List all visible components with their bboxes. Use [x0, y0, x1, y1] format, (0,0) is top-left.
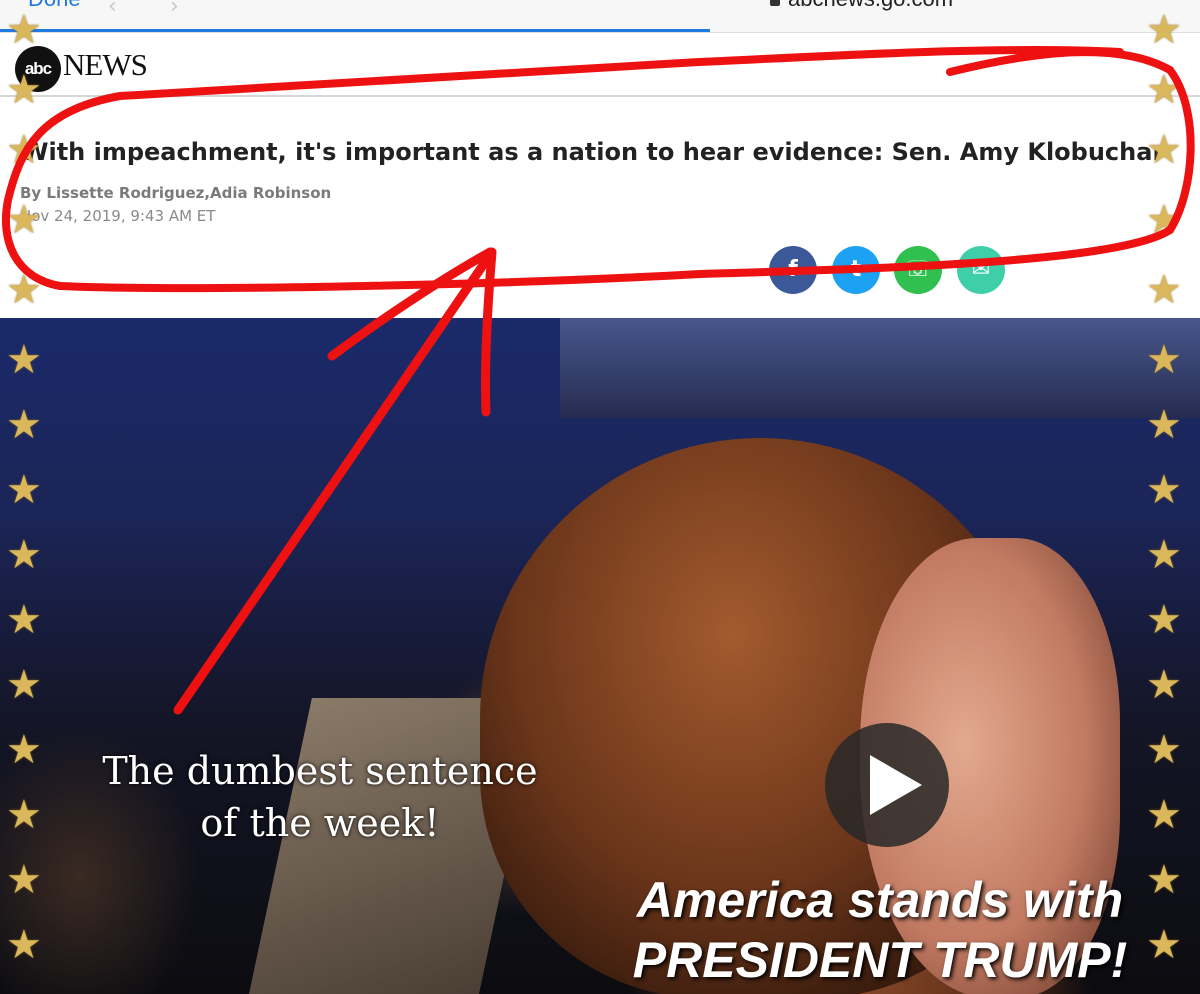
url-text: abcnews.go.com	[788, 0, 953, 11]
site-header: abc NEWS	[0, 33, 1200, 97]
star-icon: ★	[1146, 127, 1182, 173]
star-icon: ★	[1146, 67, 1182, 113]
back-arrow-icon[interactable]: ‹	[108, 0, 117, 19]
star-icon: ★	[1146, 792, 1182, 838]
article-byline: By Lissette Rodriguez,Adia Robinson	[20, 184, 332, 202]
star-icon: ★	[1146, 727, 1182, 773]
email-share-button[interactable]: ✉	[957, 246, 1005, 294]
star-icon: ★	[6, 267, 42, 313]
star-icon: ★	[6, 402, 42, 448]
left-star-border: ★ ★ ★ ★ ★ ★ ★ ★ ★ ★ ★ ★ ★ ★ ★	[6, 0, 56, 994]
whatsapp-share-button[interactable]: ☏	[894, 246, 942, 294]
meme-slogan-line1: America stands with	[636, 872, 1124, 928]
star-icon: ★	[1146, 337, 1182, 383]
forward-arrow-icon[interactable]: ›	[170, 0, 179, 19]
play-button[interactable]	[825, 723, 949, 847]
meme-caption: The dumbest sentence of the week!	[60, 745, 580, 849]
star-icon: ★	[1146, 197, 1182, 243]
page-load-progress	[0, 29, 710, 32]
star-icon: ★	[1146, 7, 1182, 53]
star-icon: ★	[1146, 857, 1182, 903]
news-wordmark[interactable]: NEWS	[63, 47, 148, 83]
star-icon: ★	[1146, 597, 1182, 643]
star-icon: ★	[6, 532, 42, 578]
meme-slogan-line2: PRESIDENT TRUMP!	[632, 932, 1128, 988]
meme-slogan: America stands with PRESIDENT TRUMP!	[600, 870, 1160, 990]
facebook-icon: f	[788, 257, 798, 282]
twitter-icon: t	[850, 257, 862, 282]
star-icon: ★	[6, 857, 42, 903]
star-icon: ★	[6, 67, 42, 113]
star-icon: ★	[6, 467, 42, 513]
star-icon: ★	[6, 337, 42, 383]
star-icon: ★	[6, 7, 42, 53]
lock-icon	[770, 0, 780, 6]
star-icon: ★	[1146, 532, 1182, 578]
star-icon: ★	[1146, 662, 1182, 708]
url-bar[interactable]: abcnews.go.com	[770, 0, 953, 12]
star-icon: ★	[6, 792, 42, 838]
star-icon: ★	[6, 727, 42, 773]
play-icon	[870, 755, 922, 815]
browser-toolbar: Done ‹ › abcnews.go.com	[0, 0, 1200, 33]
facebook-share-button[interactable]: f	[769, 246, 817, 294]
star-icon: ★	[1146, 922, 1182, 968]
star-icon: ★	[6, 597, 42, 643]
twitter-share-button[interactable]: t	[832, 246, 880, 294]
article-headline: With impeachment, it's important as a na…	[22, 138, 1165, 166]
star-icon: ★	[6, 127, 42, 173]
background-lights	[560, 318, 1200, 418]
star-icon: ★	[6, 922, 42, 968]
star-icon: ★	[6, 662, 42, 708]
whatsapp-icon: ☏	[904, 257, 932, 282]
star-icon: ★	[1146, 267, 1182, 313]
meme-caption-line1: The dumbest sentence	[102, 749, 538, 793]
email-icon: ✉	[971, 257, 991, 282]
star-icon: ★	[1146, 467, 1182, 513]
meme-caption-line2: of the week!	[200, 801, 440, 845]
right-star-border: ★ ★ ★ ★ ★ ★ ★ ★ ★ ★ ★ ★ ★ ★ ★	[1146, 0, 1196, 994]
star-icon: ★	[1146, 402, 1182, 448]
star-icon: ★	[6, 197, 42, 243]
